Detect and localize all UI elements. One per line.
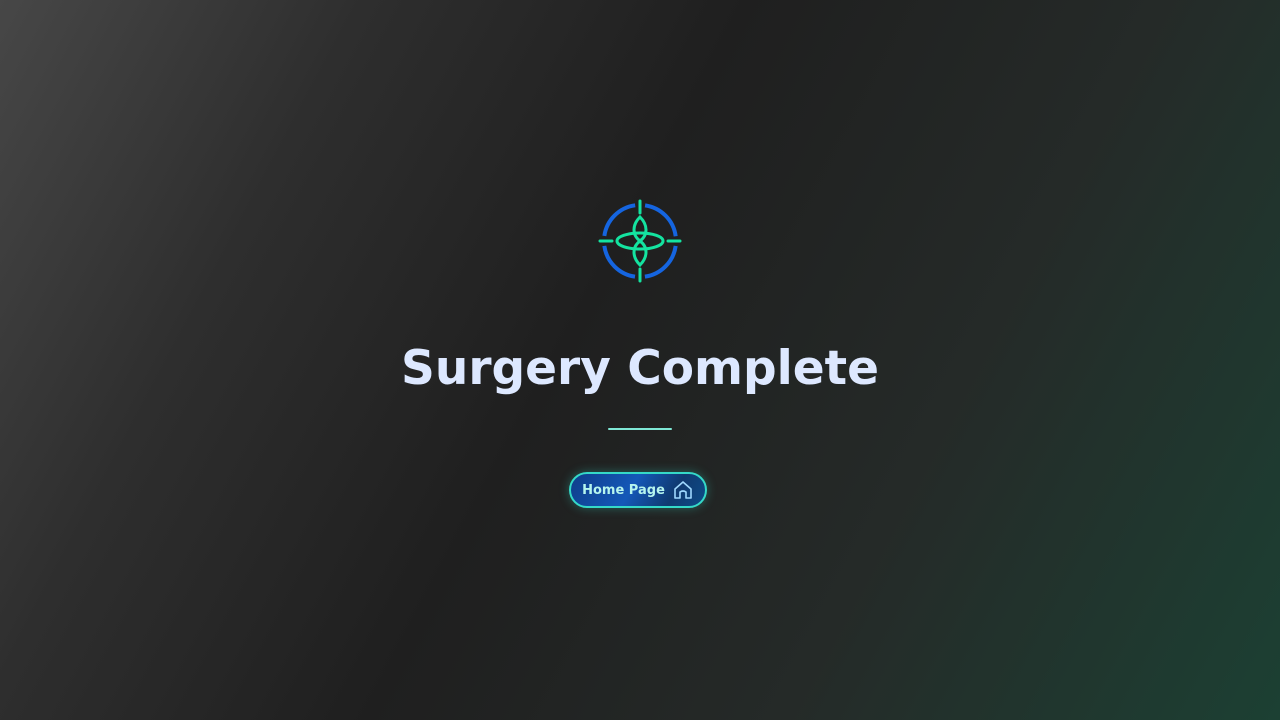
home-page-button[interactable]: Home Page [569,472,707,508]
page-title: Surgery Complete [401,341,879,396]
completion-screen: Surgery Complete Home Page [0,0,1280,720]
title-divider [608,428,672,430]
home-icon [672,479,694,501]
home-page-button-label: Home Page [582,482,665,498]
surgery-crosshair-icon [598,199,682,283]
